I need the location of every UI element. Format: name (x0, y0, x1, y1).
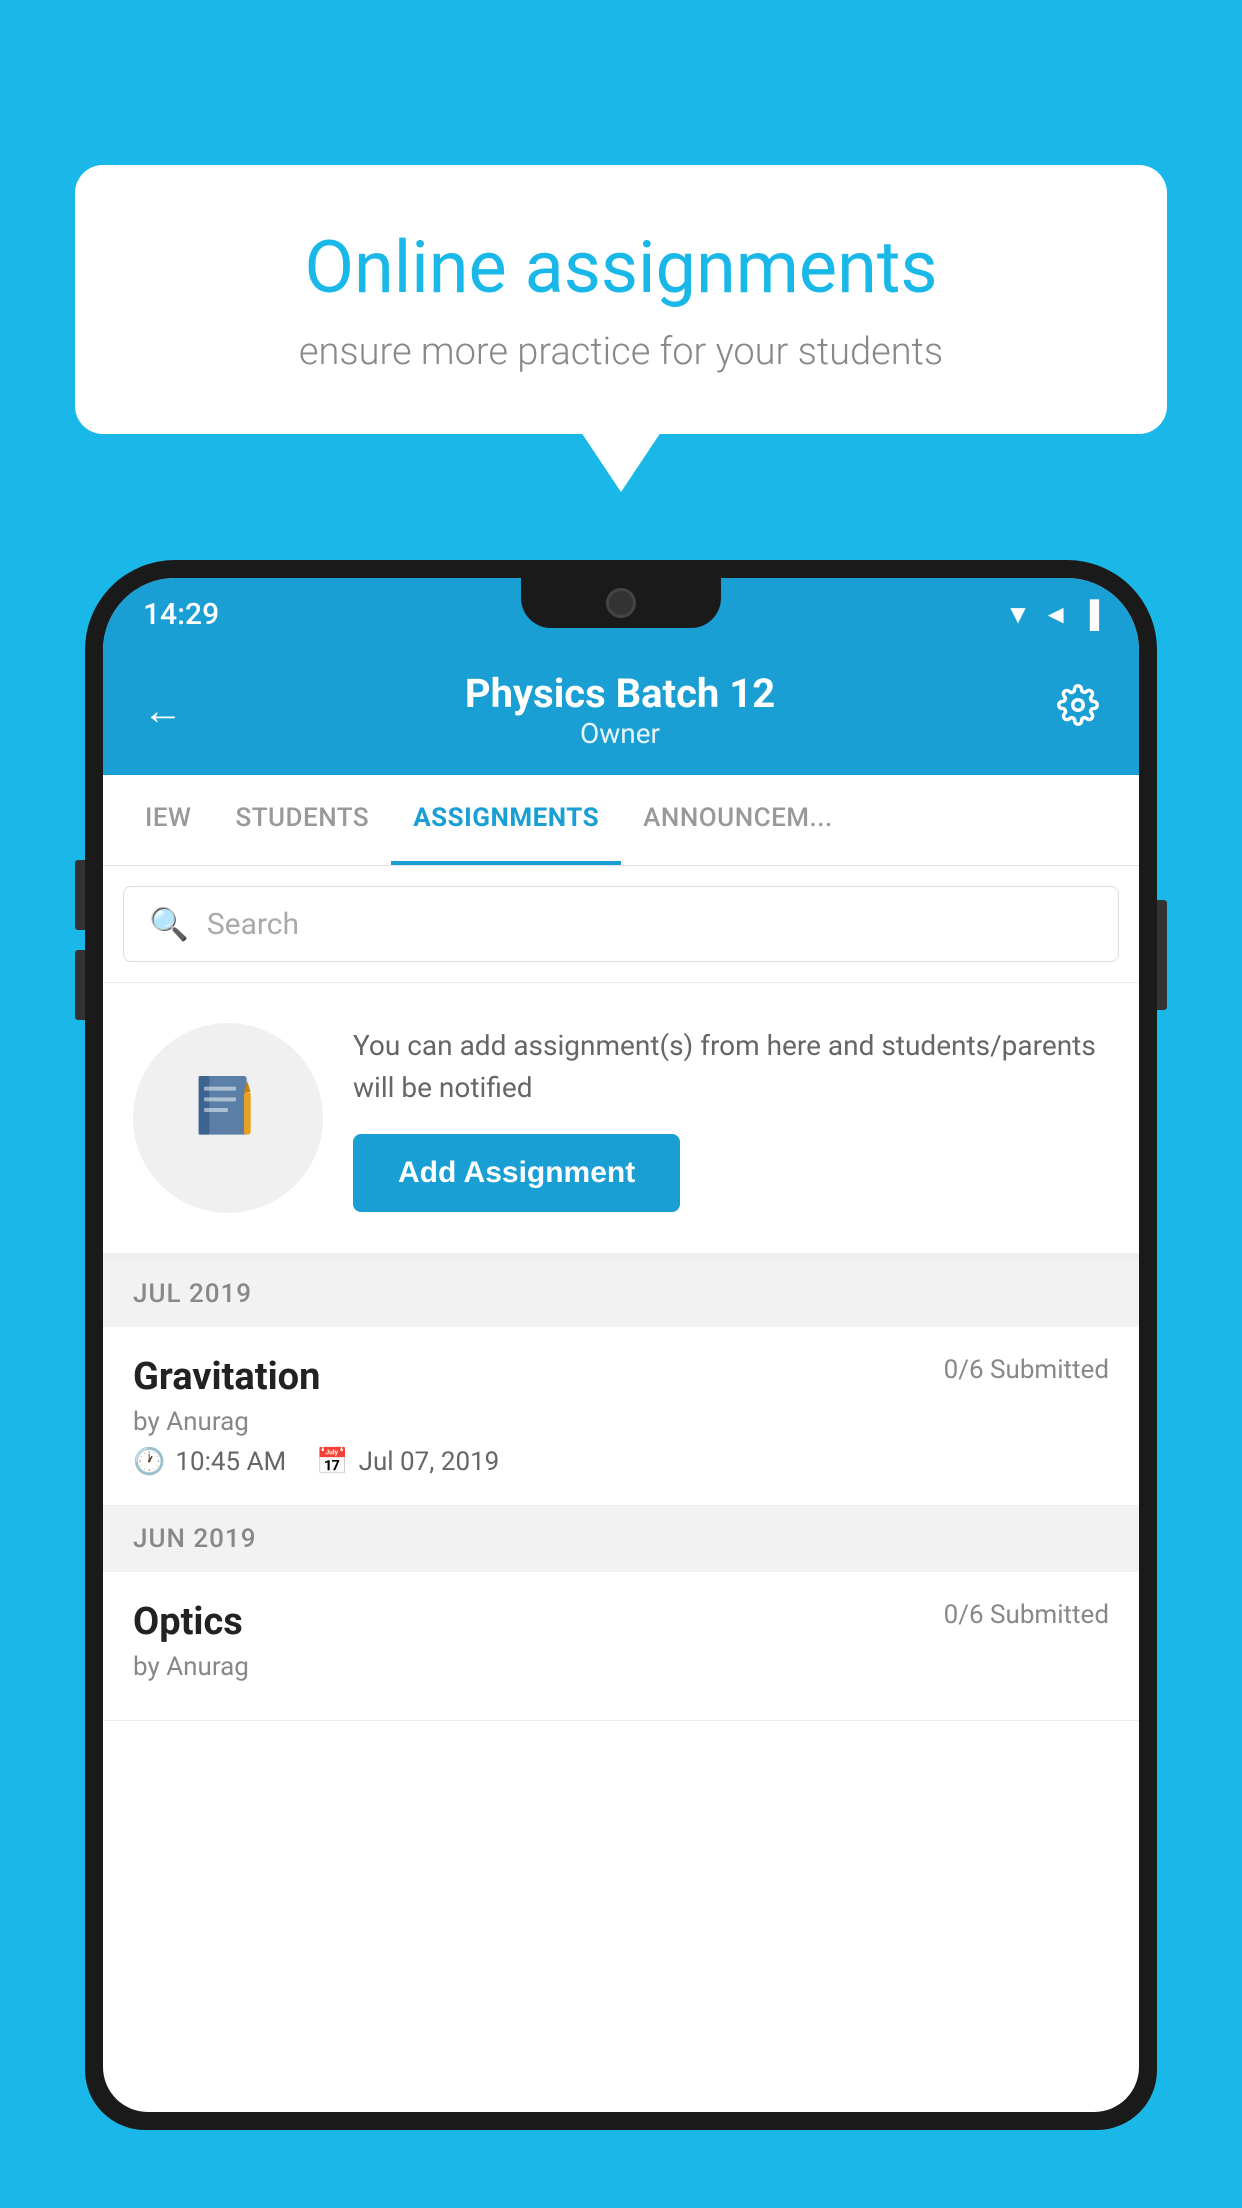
battery-icon: ▐ (1081, 599, 1099, 630)
header-subtitle: Owner (465, 717, 775, 750)
status-icons: ▼ ◄ ▐ (1005, 599, 1099, 630)
add-assignment-button[interactable]: Add Assignment (353, 1134, 680, 1212)
phone-screen: 14:29 ▼ ◄ ▐ ← Physics Batch 12 Owner (103, 578, 1139, 2112)
back-button[interactable]: ← (143, 687, 183, 734)
assignment-by: by Anurag (133, 1407, 1109, 1437)
wifi-icon: ▼ (1005, 599, 1031, 630)
month-header-jun: JUN 2019 (103, 1506, 1139, 1572)
notebook-icon (188, 1068, 268, 1168)
phone-container: 14:29 ▼ ◄ ▐ ← Physics Batch 12 Owner (85, 560, 1157, 2208)
tabs-bar: IEW STUDENTS ASSIGNMENTS ANNOUNCEM... (103, 775, 1139, 866)
assignment-optics-title: Optics (133, 1600, 243, 1644)
month-header-jul: JUL 2019 (103, 1261, 1139, 1327)
assignment-optics-by: by Anurag (133, 1652, 1109, 1682)
search-container: 🔍 Search (103, 866, 1139, 983)
volume-down-button[interactable] (75, 950, 85, 1020)
tab-students[interactable]: STUDENTS (213, 775, 391, 865)
power-button[interactable] (1157, 900, 1167, 1010)
volume-up-button[interactable] (75, 860, 85, 930)
assignment-icon-circle (133, 1023, 323, 1213)
status-time: 14:29 (143, 597, 219, 632)
speech-bubble-subtitle: ensure more practice for your students (145, 330, 1097, 374)
settings-button[interactable] (1057, 684, 1099, 736)
search-bar[interactable]: 🔍 Search (123, 886, 1119, 962)
speech-bubble: Online assignments ensure more practice … (75, 165, 1167, 434)
header-title-area: Physics Batch 12 Owner (465, 670, 775, 750)
assignment-title: Gravitation (133, 1355, 320, 1399)
assignment-submitted: 0/6 Submitted (944, 1355, 1109, 1385)
speech-bubble-title: Online assignments (145, 225, 1097, 310)
speech-bubble-pointer (581, 432, 661, 492)
assignment-top-row: Gravitation 0/6 Submitted (133, 1355, 1109, 1399)
tab-assignments[interactable]: ASSIGNMENTS (391, 775, 621, 865)
search-icon: 🔍 (149, 905, 189, 943)
header-title: Physics Batch 12 (465, 670, 775, 717)
assignment-item-optics[interactable]: Optics 0/6 Submitted by Anurag (103, 1572, 1139, 1721)
add-assignment-section: You can add assignment(s) from here and … (103, 983, 1139, 1261)
phone-notch (521, 578, 721, 628)
assignment-optics-top-row: Optics 0/6 Submitted (133, 1600, 1109, 1644)
front-camera (606, 588, 636, 618)
tab-iew[interactable]: IEW (123, 775, 213, 865)
assignment-item-gravitation[interactable]: Gravitation 0/6 Submitted by Anurag 🕐 10… (103, 1327, 1139, 1506)
tab-announcements[interactable]: ANNOUNCEM... (621, 775, 855, 865)
clock-icon: 🕐 (133, 1447, 165, 1477)
assignment-time: 🕐 10:45 AM (133, 1447, 286, 1477)
search-placeholder: Search (207, 907, 299, 942)
add-assignment-desc: You can add assignment(s) from here and … (353, 1025, 1109, 1109)
assignment-optics-submitted: 0/6 Submitted (944, 1600, 1109, 1630)
assignment-date: 📅 Jul 07, 2019 (316, 1447, 499, 1477)
speech-bubble-container: Online assignments ensure more practice … (75, 165, 1167, 492)
app-header: ← Physics Batch 12 Owner (103, 650, 1139, 775)
signal-icon: ◄ (1043, 599, 1069, 630)
calendar-icon: 📅 (316, 1447, 348, 1477)
add-assignment-right: You can add assignment(s) from here and … (353, 1025, 1109, 1212)
phone-frame: 14:29 ▼ ◄ ▐ ← Physics Batch 12 Owner (85, 560, 1157, 2130)
assignment-meta: 🕐 10:45 AM 📅 Jul 07, 2019 (133, 1447, 1109, 1477)
